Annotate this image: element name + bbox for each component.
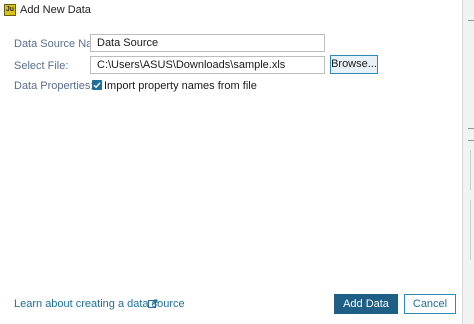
add-new-data-dialog: Ju Add New Data Data Source Name: Data S… [0, 0, 462, 324]
checkmark-icon [93, 82, 101, 89]
background-divider [468, 20, 474, 21]
title-bar: Ju Add New Data [0, 0, 462, 22]
background-divider [468, 128, 474, 129]
app-logo-icon: Ju [4, 4, 16, 16]
dialog-title: Add New Data [20, 4, 91, 16]
background-divider [470, 150, 471, 190]
add-data-button[interactable]: Add Data [334, 294, 398, 314]
data-source-name-input[interactable]: Data Source [90, 34, 325, 52]
learn-about-data-source-link[interactable]: Learn about creating a data source [14, 298, 185, 310]
background-window-edge [462, 0, 474, 324]
import-property-names-label[interactable]: Import property names from file [104, 80, 257, 92]
background-divider [470, 200, 471, 260]
cancel-button[interactable]: Cancel [404, 294, 456, 314]
import-property-names-checkbox[interactable] [92, 80, 102, 90]
data-properties-label: Data Properties: [14, 80, 94, 92]
browse-button[interactable]: Browse... [330, 55, 378, 74]
file-path-input[interactable]: C:\Users\ASUS\Downloads\sample.xls [90, 56, 325, 74]
external-link-icon[interactable] [148, 299, 158, 309]
background-divider [468, 140, 474, 141]
select-file-label: Select File: [14, 60, 69, 72]
